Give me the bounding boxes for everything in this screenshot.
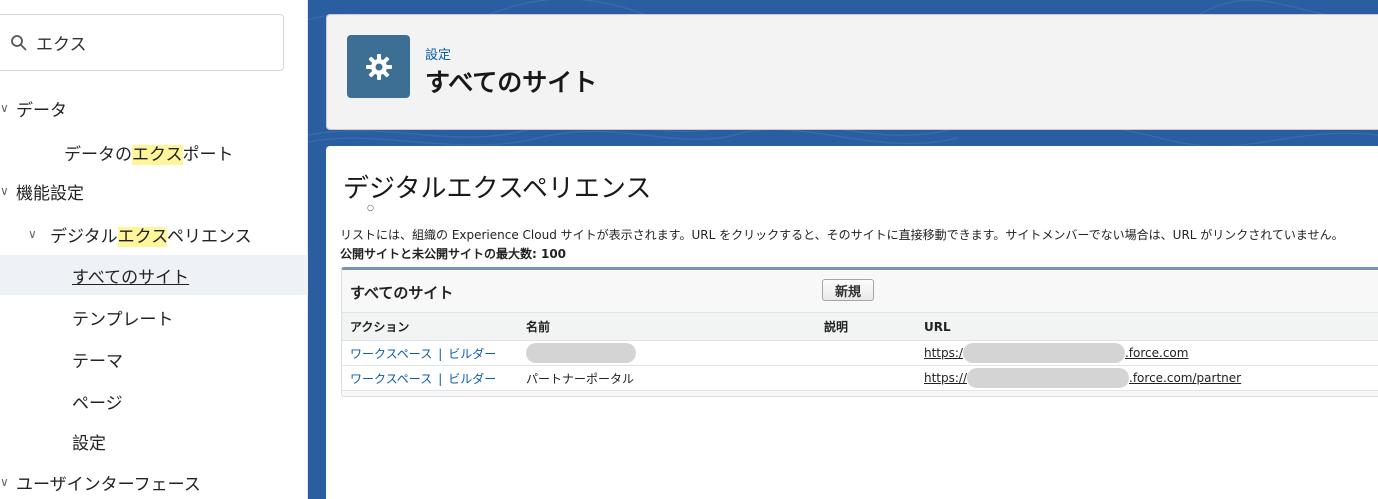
setup-gear-icon-box bbox=[347, 35, 410, 98]
quick-find-value: エクス bbox=[36, 35, 87, 55]
workspace-link[interactable]: ワークスペース bbox=[350, 347, 432, 361]
tree-item-templates[interactable]: テンプレート bbox=[0, 297, 308, 337]
tree-item-label: テーマ bbox=[72, 351, 123, 372]
tree-item-themes[interactable]: テーマ bbox=[0, 339, 308, 379]
tree-item-pages[interactable]: ページ bbox=[0, 381, 308, 421]
url-cell: https://.force.com/partner bbox=[916, 365, 1378, 391]
breadcrumb[interactable]: 設定 bbox=[425, 44, 451, 63]
description-text: リストには、組織の Experience Cloud サイトが表示されます。UR… bbox=[340, 228, 1344, 242]
section-title: デジタルエクスペリエンス bbox=[343, 174, 652, 204]
tree-item-label: 機能設定 bbox=[16, 183, 84, 204]
redacted-url bbox=[967, 368, 1130, 388]
page-title: すべてのサイト bbox=[425, 68, 598, 97]
description-cell bbox=[816, 365, 916, 391]
tree-item-label: データのエクスポート bbox=[64, 144, 234, 165]
tree-item-label: 設定 bbox=[72, 433, 106, 454]
redacted-name bbox=[526, 343, 636, 363]
action-cell: ワークスペース | ビルダー bbox=[342, 365, 518, 391]
tree-item-all-sites[interactable]: すべてのサイト bbox=[0, 255, 308, 295]
chevron-down-icon: ∨ bbox=[0, 101, 9, 115]
chevron-down-icon: ∨ bbox=[0, 475, 9, 489]
url-cell: https:/.force.com bbox=[916, 340, 1378, 366]
tree-item-label: ユーザインターフェース bbox=[16, 474, 201, 495]
new-site-button[interactable]: 新規 bbox=[822, 279, 875, 301]
content-panel: デジタルエクスペリエンス ○ リストには、組織の Experience Clou… bbox=[326, 146, 1378, 499]
tree-item-settings[interactable]: 設定 bbox=[0, 421, 308, 461]
name-cell bbox=[518, 340, 816, 366]
tree-item-label: データ bbox=[16, 100, 67, 121]
tree-item-label: ページ bbox=[72, 393, 123, 414]
gear-icon bbox=[365, 53, 392, 80]
tree-item-data[interactable]: ∨ データ bbox=[0, 88, 308, 128]
tree-item-digital-experiences[interactable]: ∨ デジタルエクスペリエンス bbox=[0, 214, 308, 254]
tree-item-label: テンプレート bbox=[72, 309, 174, 330]
search-icon bbox=[10, 34, 28, 52]
redacted-url bbox=[962, 343, 1125, 363]
page-header: 設定 すべてのサイト bbox=[326, 14, 1378, 130]
builder-link[interactable]: ビルダー bbox=[448, 372, 496, 386]
workspace-link[interactable]: ワークスペース bbox=[350, 372, 432, 386]
table-row: ワークスペース | ビルダー https:/.force.com bbox=[342, 340, 1378, 366]
tree-item-label: すべてのサイト bbox=[72, 267, 190, 288]
site-url-link[interactable]: https://.force.com/partner bbox=[924, 368, 1241, 388]
name-cell: パートナーポータル bbox=[518, 365, 816, 391]
sites-table: アクション 名前 説明 URL ワークスペース | ビルダー https:/.for… bbox=[342, 312, 1378, 391]
chevron-down-icon: ∨ bbox=[0, 184, 9, 198]
tree-item-data-export[interactable]: データのエクスポート bbox=[0, 132, 308, 172]
max-sites-text: 公開サイトと未公開サイトの最大数: 100 bbox=[340, 247, 567, 261]
list-title: すべてのサイト bbox=[350, 284, 454, 302]
quick-find-input[interactable]: エクス bbox=[0, 14, 284, 71]
sites-list: すべてのサイト 新規 アクション 名前 説明 URL ワークスペース | ビルダー bbox=[341, 267, 1378, 397]
tree-item-user-interface[interactable]: ∨ ユーザインターフェース bbox=[0, 462, 308, 499]
setup-sidebar: エクス ∨ データ データのエクスポート ∨ 機能設定 ∨ デジタルエクスペリエ… bbox=[0, 0, 308, 499]
column-header-url: URL bbox=[916, 312, 1378, 341]
separator: | bbox=[438, 346, 443, 361]
column-header-name: 名前 bbox=[518, 312, 816, 341]
separator: | bbox=[438, 371, 443, 386]
column-header-description: 説明 bbox=[816, 312, 916, 341]
builder-link[interactable]: ビルダー bbox=[448, 347, 496, 361]
column-header-action: アクション bbox=[342, 312, 518, 341]
action-cell: ワークスペース | ビルダー bbox=[342, 340, 518, 366]
site-url-link[interactable]: https:/.force.com bbox=[924, 343, 1188, 363]
chevron-down-icon: ∨ bbox=[28, 227, 37, 241]
bullet-marker: ○ bbox=[367, 203, 374, 212]
tree-item-feature-settings[interactable]: ∨ 機能設定 bbox=[0, 171, 308, 211]
table-row: ワークスペース | ビルダー パートナーポータル https://.force.co… bbox=[342, 365, 1378, 391]
tree-item-label: デジタルエクスペリエンス bbox=[50, 226, 252, 247]
table-header-row: アクション 名前 説明 URL bbox=[342, 312, 1378, 341]
description-cell bbox=[816, 340, 916, 366]
